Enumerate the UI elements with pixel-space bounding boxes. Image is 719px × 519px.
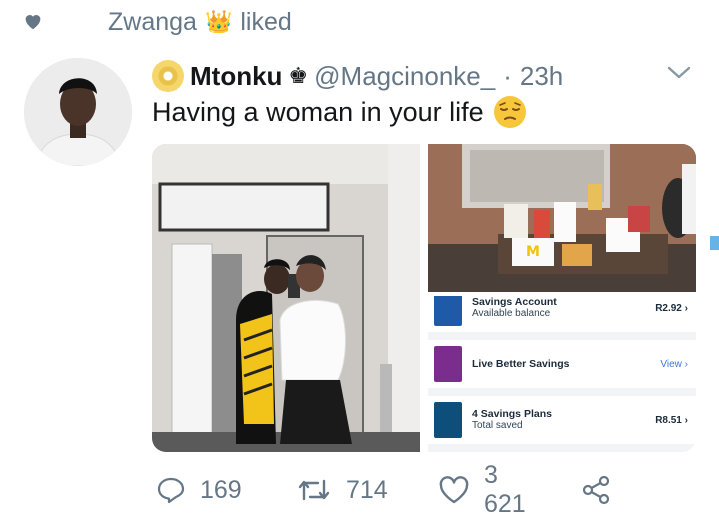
share-icon (582, 475, 610, 505)
timestamp[interactable]: 23h (520, 61, 563, 92)
bank-row-title: 4 Savings Plans (472, 408, 552, 420)
owner-badge-icon: ♚ (288, 63, 309, 88)
view-link[interactable]: View › (660, 359, 688, 370)
photo-mcdonalds-meal[interactable]: M (428, 144, 696, 292)
bank-row-subtitle: Total saved (472, 420, 523, 431)
reply-button[interactable]: 169 (156, 470, 242, 510)
like-icon (439, 476, 469, 504)
retweet-button[interactable]: 714 (296, 470, 388, 510)
dvd-emoji-icon (152, 60, 184, 92)
media-grid: M Savings Account Available balance R2.92… (152, 144, 696, 452)
caret-down-icon[interactable] (666, 62, 692, 82)
bank-row-title: Live Better Savings (472, 358, 570, 370)
like-button[interactable]: 3 621 (438, 461, 526, 518)
tweet-text: Having a woman in your life (152, 96, 484, 127)
separator-dot: · (503, 60, 512, 91)
heart-icon (25, 15, 41, 30)
retweet-count: 714 (346, 475, 388, 504)
user-handle[interactable]: @Magcinonke_ (314, 61, 495, 92)
bank-row-savings-account[interactable]: Savings Account Available balance R2.92 › (428, 296, 696, 332)
social-context: Zwanga 👑 liked (25, 4, 292, 40)
like-count: 3 621 (484, 461, 526, 518)
reply-count: 169 (200, 475, 242, 504)
bank-row-live-better[interactable]: Live Better Savings View › (428, 340, 696, 388)
reply-icon (157, 477, 185, 504)
photo-mirror-selfie[interactable] (152, 144, 420, 452)
retweet-icon (298, 479, 330, 501)
tweet-body: Having a woman in your life (152, 96, 526, 128)
banking-app-screenshot[interactable]: Savings Account Available balance R2.92 ›… (428, 296, 696, 452)
pensive-emoji-icon (493, 96, 526, 128)
liker-name[interactable]: Zwanga (108, 8, 197, 37)
share-button[interactable] (580, 470, 612, 510)
bank-row-savings-plans[interactable]: 4 Savings Plans Total saved R8.51 › (428, 396, 696, 444)
live-better-icon (434, 346, 462, 382)
avatar-image (24, 58, 132, 166)
scroll-indicator (710, 236, 719, 250)
tweet-header: Mtonku ♚ @Magcinonke_ · 23h (152, 56, 719, 96)
display-name[interactable]: Mtonku (190, 61, 282, 92)
bank-row-subtitle: Available balance (472, 308, 551, 319)
savings-account-icon (434, 296, 462, 326)
context-action: liked (240, 7, 292, 36)
savings-plans-icon (434, 402, 462, 438)
avatar[interactable] (24, 58, 132, 166)
bank-row-value: R2.92 › (655, 302, 688, 314)
bank-row-title: Savings Account (472, 296, 557, 308)
svg-text:M: M (526, 244, 540, 260)
crown-icon: 👑 (204, 9, 233, 34)
bank-row-value: R8.51 › (655, 414, 688, 426)
